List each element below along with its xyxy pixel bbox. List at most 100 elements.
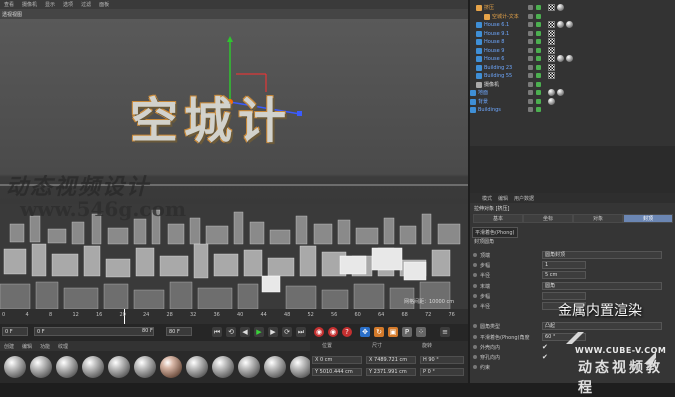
frame-start-field[interactable]: 0 F (2, 327, 28, 336)
extruded-logo-text[interactable]: 空城计 (130, 81, 292, 151)
object-row[interactable]: 空城计-文本 (470, 13, 675, 21)
menu-item[interactable]: 显示 (45, 1, 55, 8)
material-swatch[interactable] (160, 356, 182, 378)
material-menu-item[interactable]: 纹理 (58, 343, 68, 350)
enable-check-icon[interactable] (536, 73, 541, 78)
attribute-value-field[interactable]: 圆角封顶 (542, 251, 662, 259)
material-swatch[interactable] (56, 356, 78, 378)
object-row[interactable]: 地面 (470, 89, 675, 97)
texture-tag-icon[interactable] (548, 38, 555, 45)
phong-tag-button[interactable]: 平滑着色(Phong) (472, 227, 518, 238)
enable-check-icon[interactable] (536, 81, 541, 87)
visibility-toggle-icon[interactable] (528, 39, 533, 44)
object-row[interactable]: 摄像机 (470, 81, 675, 89)
object-row[interactable]: House 8 (470, 38, 675, 46)
object-row[interactable]: Building 55 (470, 72, 675, 80)
material-tag-icon[interactable] (548, 89, 555, 96)
material-swatch[interactable] (290, 356, 312, 378)
visibility-toggle-icon[interactable] (528, 56, 533, 61)
object-row[interactable]: House 6.1 (470, 21, 675, 29)
animate-dot-icon[interactable] (473, 365, 477, 370)
timeline-menu-icon[interactable]: ≡ (440, 327, 450, 337)
enable-check-icon[interactable] (536, 47, 541, 53)
attribute-checkbox[interactable]: ✔ (542, 343, 548, 351)
go-to-start-icon[interactable]: ⏮ (212, 327, 222, 337)
object-name[interactable]: 地面 (478, 89, 488, 97)
material-menu-item[interactable]: 功能 (40, 343, 50, 350)
texture-tag-icon[interactable] (548, 21, 555, 28)
visibility-toggle-icon[interactable] (528, 90, 533, 95)
object-name[interactable]: Buildings (478, 106, 501, 114)
attribute-tab[interactable]: 基本 (473, 214, 523, 223)
previous-key-icon[interactable]: ⟲ (226, 327, 236, 337)
object-name[interactable]: House 9.1 (484, 30, 509, 38)
texture-tag-icon[interactable] (548, 4, 555, 11)
frame-end-field[interactable]: 80 F (166, 327, 192, 336)
animate-dot-icon[interactable] (473, 334, 477, 339)
animate-dot-icon[interactable] (473, 344, 477, 349)
material-swatch[interactable] (212, 356, 234, 378)
attribute-menu-item[interactable]: 模式 (482, 195, 492, 202)
material-tag-icon[interactable] (566, 55, 573, 62)
object-row[interactable]: House 9.1 (470, 29, 675, 38)
material-menu-item[interactable]: 编辑 (22, 343, 32, 350)
material-swatch[interactable] (108, 356, 130, 378)
material-tag-icon[interactable] (548, 97, 555, 105)
object-row[interactable]: House 6 (470, 55, 675, 63)
texture-tag-icon[interactable] (548, 55, 555, 62)
rotate-key-icon[interactable]: ↻ (374, 327, 384, 337)
menu-item[interactable]: 选项 (63, 1, 73, 8)
object-name[interactable]: Building 55 (484, 72, 512, 80)
visibility-toggle-icon[interactable] (528, 13, 533, 19)
texture-tag-icon[interactable] (548, 29, 555, 37)
enable-check-icon[interactable] (536, 30, 541, 36)
material-tag-icon[interactable] (557, 4, 564, 11)
x-size-field[interactable]: X 7489.721 cm (366, 356, 416, 364)
animate-dot-icon[interactable] (473, 355, 477, 359)
attribute-value-field[interactable]: 5 cm (542, 271, 586, 280)
animate-dot-icon[interactable] (473, 324, 477, 329)
enable-check-icon[interactable] (536, 5, 541, 10)
enable-check-icon[interactable] (536, 107, 541, 112)
scale-key-icon[interactable]: ▣ (388, 327, 398, 337)
enable-check-icon[interactable] (536, 39, 541, 44)
object-row[interactable]: 挤压 (470, 4, 675, 12)
object-row[interactable]: 背景 (470, 97, 675, 106)
object-name[interactable]: 空城计-文本 (492, 13, 519, 21)
material-tag-icon[interactable] (566, 21, 573, 28)
keyframe-selection-icon[interactable]: ? (342, 327, 352, 337)
object-name[interactable]: House 6.1 (484, 21, 509, 29)
menu-item[interactable]: 面板 (99, 1, 109, 8)
animate-dot-icon[interactable] (473, 263, 477, 268)
attribute-value-field[interactable]: 圆角 (542, 281, 662, 290)
next-key-icon[interactable]: ⟳ (282, 327, 292, 337)
animate-dot-icon[interactable] (473, 253, 477, 257)
enable-check-icon[interactable] (536, 13, 541, 19)
enable-check-icon[interactable] (536, 56, 541, 61)
record-icon[interactable]: ◉ (314, 327, 324, 337)
step-back-icon[interactable]: ◀ (240, 327, 250, 337)
animate-dot-icon[interactable] (473, 283, 477, 288)
object-row[interactable]: Building 23 (470, 63, 675, 72)
attribute-tab[interactable]: 坐标 (523, 214, 573, 223)
material-menu-item[interactable]: 创建 (4, 343, 14, 350)
move-key-icon[interactable]: ✥ (360, 327, 370, 337)
visibility-toggle-icon[interactable] (528, 107, 533, 112)
object-name[interactable]: Building 23 (484, 64, 512, 72)
texture-tag-icon[interactable] (548, 46, 555, 54)
visibility-toggle-icon[interactable] (528, 5, 533, 10)
point-level-icon[interactable]: ⁘ (416, 327, 426, 337)
visibility-toggle-icon[interactable] (528, 81, 533, 87)
go-to-end-icon[interactable]: ⏭ (296, 327, 306, 337)
object-name[interactable]: 背景 (478, 98, 488, 106)
h-rotation-field[interactable]: H 90 ° (420, 356, 464, 364)
menu-item[interactable]: 摄像机 (22, 1, 37, 8)
x-position-field[interactable]: X 0 cm (312, 356, 362, 364)
attribute-tab[interactable]: 对象 (573, 214, 623, 223)
material-swatch[interactable] (186, 356, 208, 378)
enable-check-icon[interactable] (536, 90, 541, 95)
animate-dot-icon[interactable] (473, 273, 477, 278)
visibility-toggle-icon[interactable] (528, 73, 533, 78)
texture-tag-icon[interactable] (548, 63, 555, 71)
3d-viewport[interactable]: 透视视图 空城计 动态视频设计 www.546g.com 网格间距：10000 … (0, 9, 468, 309)
